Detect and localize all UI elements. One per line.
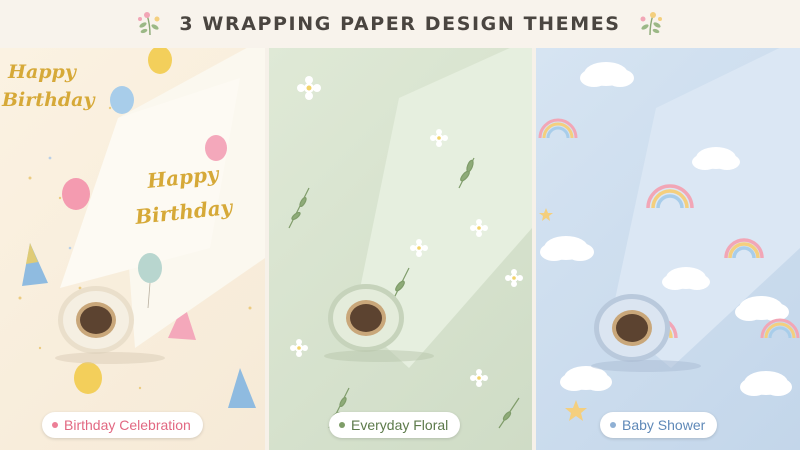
page-header: 3 WRAPPING PAPER DESIGN THEMES [0,0,800,48]
shower-paper-illustration [538,48,800,421]
floral-paper-illustration [288,48,532,429]
theme-label-text: Everyday Floral [351,417,449,433]
dot-icon [52,422,58,428]
dot-icon [610,422,616,428]
happy-text: Happy [7,61,78,83]
birthday-paper-illustration: Happy Birthday Happy Birthday [1,48,265,408]
theme-label-shower: Baby Shower [600,412,718,438]
birthday-text: Birthday [1,89,96,111]
theme-label-floral: Everyday Floral [329,412,461,438]
floral-sprig-icon [640,12,662,36]
theme-label-text: Baby Shower [622,417,706,433]
theme-panel-shower: Baby Shower [536,48,800,450]
dot-icon [339,422,345,428]
theme-panel-floral: Everyday Floral [269,48,532,450]
theme-panel-birthday: Happy Birthday Happy Birthday Birthday C… [0,48,265,450]
floral-sprig-icon [138,12,160,36]
theme-label-birthday: Birthday Celebration [42,412,203,438]
page-title: 3 WRAPPING PAPER DESIGN THEMES [179,13,621,35]
theme-label-text: Birthday Celebration [64,417,191,433]
